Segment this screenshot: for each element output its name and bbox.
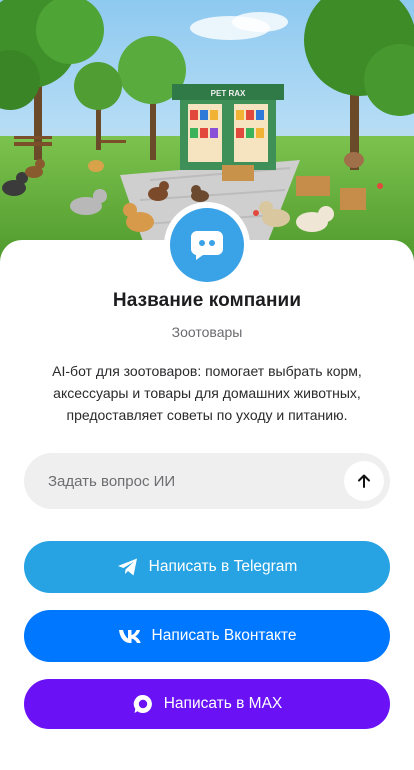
kiosk-sign-text: PET RAX xyxy=(211,89,246,98)
send-button[interactable] xyxy=(344,461,384,501)
max-button[interactable]: Написать в MAX xyxy=(24,679,390,729)
telegram-icon xyxy=(117,557,139,577)
company-description: AI-бот для зоотоваров: помогает выбрать … xyxy=(52,363,362,423)
max-button-label: Написать в MAX xyxy=(163,695,283,712)
company-name: Название компании xyxy=(112,290,302,311)
telegram-button[interactable]: Написать в Telegram xyxy=(24,541,390,593)
arrow-up-icon xyxy=(356,473,372,489)
avatar-circle xyxy=(170,208,244,282)
telegram-button-label: Написать в Telegram xyxy=(148,558,298,575)
ask-ai-field xyxy=(24,453,390,509)
vk-button-label: Написать Вконтакте xyxy=(151,627,297,644)
ask-ai-input[interactable] xyxy=(48,453,344,509)
max-icon xyxy=(132,693,154,715)
avatar xyxy=(164,202,250,288)
chat-bubble-icon xyxy=(189,227,225,263)
company-category: Зоотовары xyxy=(171,324,243,340)
vk-icon xyxy=(118,628,142,644)
vk-button[interactable]: Написать Вконтакте xyxy=(24,610,390,662)
